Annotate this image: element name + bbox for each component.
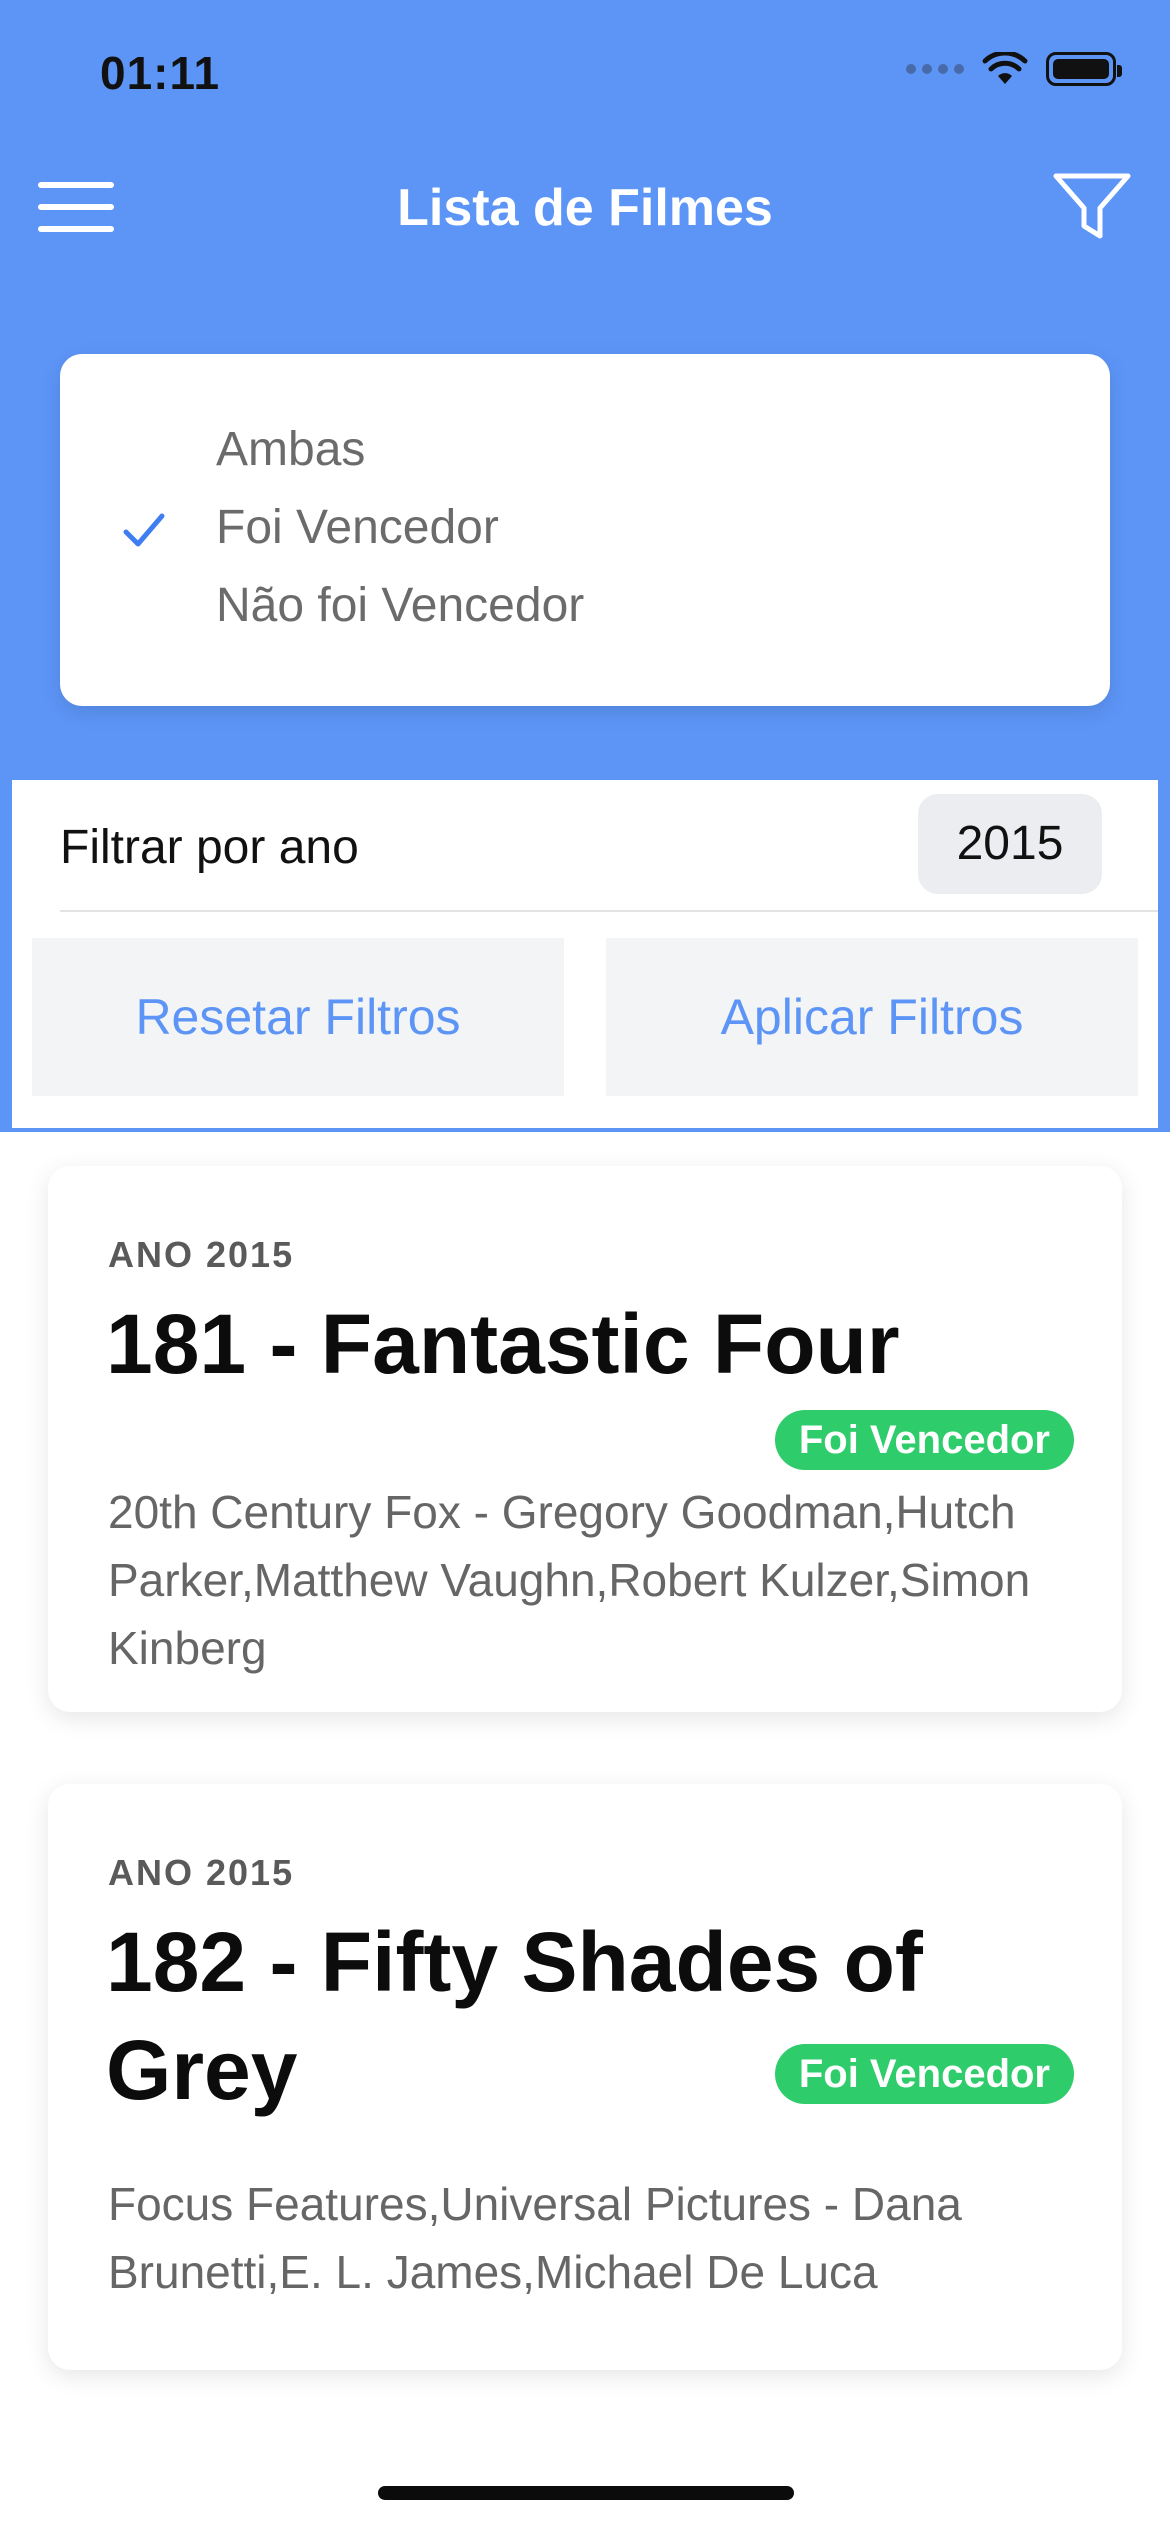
divider	[60, 910, 1158, 912]
movie-year: ANO 2015	[108, 1852, 295, 1893]
option-ambas[interactable]: Ambas	[216, 422, 365, 477]
apply-filters-button[interactable]: Aplicar Filtros	[606, 938, 1138, 1096]
movie-title: 181 - Fantastic Four	[106, 1297, 900, 1391]
battery-icon	[1046, 52, 1122, 86]
reset-filters-button[interactable]: Resetar Filtros	[32, 938, 564, 1096]
cellular-signal-icon	[906, 64, 964, 74]
movie-card[interactable]: ANO 2015 181 - Fantastic Four Foi Venced…	[48, 1166, 1122, 1712]
movie-studios-producers: 20th Century Fox - Gregory Goodman,Hutch…	[108, 1486, 1031, 1674]
filter-panel: Filtrar por ano 2015 Resetar Filtros Apl…	[12, 780, 1158, 1128]
checkmark-icon	[123, 513, 165, 547]
status-time: 01:11	[100, 47, 221, 99]
winner-badge: Foi Vencedor	[774, 1410, 1074, 1470]
winner-badge: Foi Vencedor	[774, 2044, 1074, 2104]
year-input[interactable]: 2015	[918, 794, 1102, 894]
movie-card[interactable]: ANO 2015 182 - Fifty Shades of Grey Foi …	[48, 1784, 1122, 2370]
option-nao-foi-vencedor[interactable]: Não foi Vencedor	[216, 578, 584, 633]
movie-year: ANO 2015	[108, 1234, 295, 1275]
movie-studios-producers: Focus Features,Universal Pictures - Dana…	[108, 2178, 962, 2298]
option-foi-vencedor[interactable]: Foi Vencedor	[216, 500, 499, 555]
wifi-icon	[982, 52, 1028, 84]
status-icons	[906, 52, 1122, 86]
movie-list-screen: 01:11 Lista de Filmes Ambas Foi Vencedor…	[0, 0, 1170, 2532]
home-indicator[interactable]	[378, 2486, 794, 2500]
filter-icon[interactable]	[1052, 170, 1132, 242]
winner-filter-dropdown: Ambas Foi Vencedor Não foi Vencedor	[60, 354, 1110, 706]
page-title: Lista de Filmes	[397, 179, 773, 237]
year-filter-label: Filtrar por ano	[60, 821, 359, 874]
